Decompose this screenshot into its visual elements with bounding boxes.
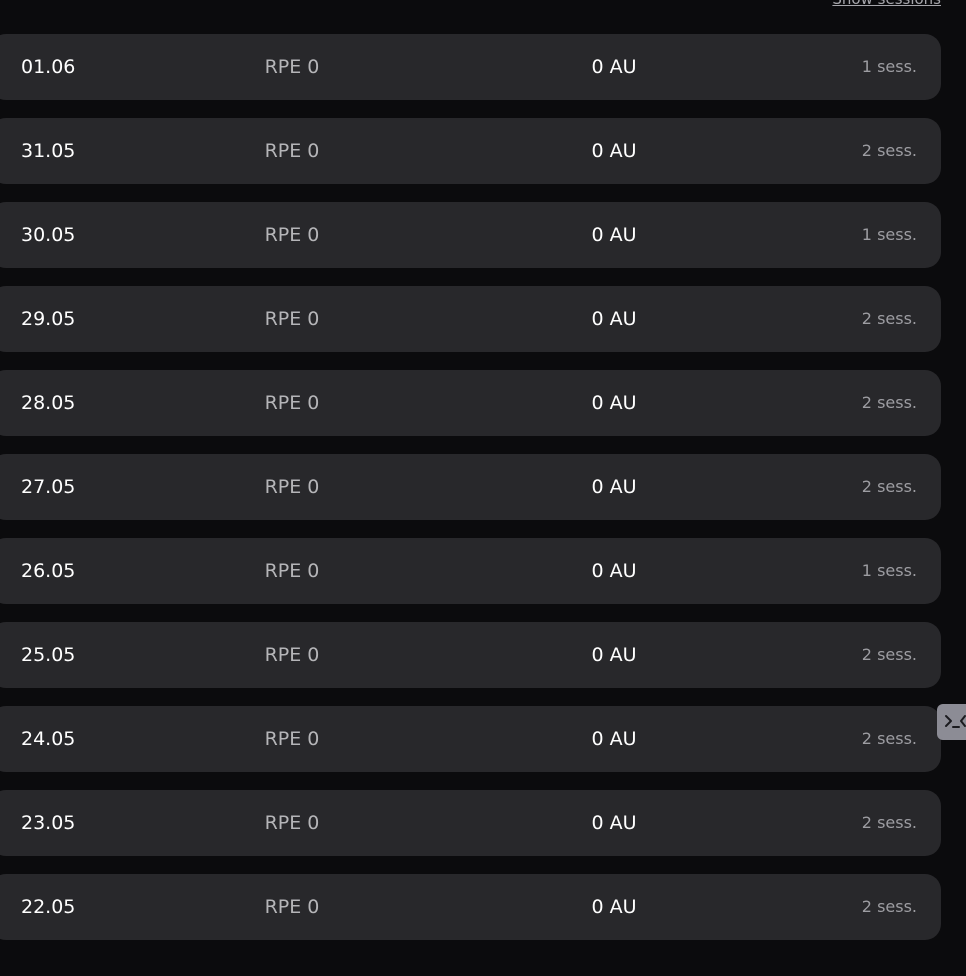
day-rpe: RPE 0 [264,308,320,330]
day-rpe: RPE 0 [264,812,320,834]
day-load: 0 AU [591,56,637,78]
day-row[interactable]: 26.05 RPE 0 0 AU 1 sess. [0,538,941,604]
day-date: 25.05 [21,644,76,666]
day-date: 23.05 [21,812,76,834]
day-load: 0 AU [591,476,637,498]
day-rpe: RPE 0 [264,896,320,918]
day-load: 0 AU [591,392,637,414]
day-load: 0 AU [591,224,637,246]
day-date: 29.05 [21,308,76,330]
day-sessions: 1 sess. [861,225,917,244]
day-load: 0 AU [591,812,637,834]
day-rpe: RPE 0 [264,392,320,414]
day-date: 27.05 [21,476,76,498]
day-sessions: 2 sess. [861,477,917,496]
day-rpe: RPE 0 [264,644,320,666]
day-rpe: RPE 0 [264,56,320,78]
day-rpe: RPE 0 [264,560,320,582]
day-date: 22.05 [21,896,76,918]
day-load: 0 AU [591,560,637,582]
day-sessions: 2 sess. [861,645,917,664]
day-row[interactable]: 24.05 RPE 0 0 AU 2 sess. [0,706,941,772]
day-rpe: RPE 0 [264,476,320,498]
day-row[interactable]: 25.05 RPE 0 0 AU 2 sess. [0,622,941,688]
day-rpe: RPE 0 [264,728,320,750]
day-rpe: RPE 0 [264,224,320,246]
day-row[interactable]: 31.05 RPE 0 0 AU 2 sess. [0,118,941,184]
day-date: 30.05 [21,224,76,246]
day-load: 0 AU [591,644,637,666]
day-sessions: 2 sess. [861,897,917,916]
day-sessions: 2 sess. [861,309,917,328]
day-sessions: 1 sess. [861,57,917,76]
day-row[interactable]: 29.05 RPE 0 0 AU 2 sess. [0,286,941,352]
day-row[interactable]: 23.05 RPE 0 0 AU 2 sess. [0,790,941,856]
day-row[interactable]: 30.05 RPE 0 0 AU 1 sess. [0,202,941,268]
day-load: 0 AU [591,140,637,162]
day-load: 0 AU [591,728,637,750]
day-sessions: 2 sess. [861,141,917,160]
day-row[interactable]: 01.06 RPE 0 0 AU 1 sess. [0,34,941,100]
daily-load-list: 01.06 RPE 0 0 AU 1 sess. 31.05 RPE 0 0 A… [0,34,941,958]
day-date: 31.05 [21,140,76,162]
show-sessions-link[interactable]: Show sessions [832,0,941,8]
day-row[interactable]: 28.05 RPE 0 0 AU 2 sess. [0,370,941,436]
terminal-icon [945,715,966,728]
page: Show sessions 01.06 RPE 0 0 AU 1 sess. 3… [0,0,966,976]
devtools-tab-button[interactable] [937,704,966,740]
day-load: 0 AU [591,896,637,918]
day-sessions: 2 sess. [861,393,917,412]
day-row[interactable]: 27.05 RPE 0 0 AU 2 sess. [0,454,941,520]
day-date: 24.05 [21,728,76,750]
day-date: 28.05 [21,392,76,414]
day-date: 01.06 [21,56,76,78]
day-rpe: RPE 0 [264,140,320,162]
day-sessions: 2 sess. [861,729,917,748]
day-date: 26.05 [21,560,76,582]
day-load: 0 AU [591,308,637,330]
day-row[interactable]: 22.05 RPE 0 0 AU 2 sess. [0,874,941,940]
day-sessions: 2 sess. [861,813,917,832]
day-sessions: 1 sess. [861,561,917,580]
